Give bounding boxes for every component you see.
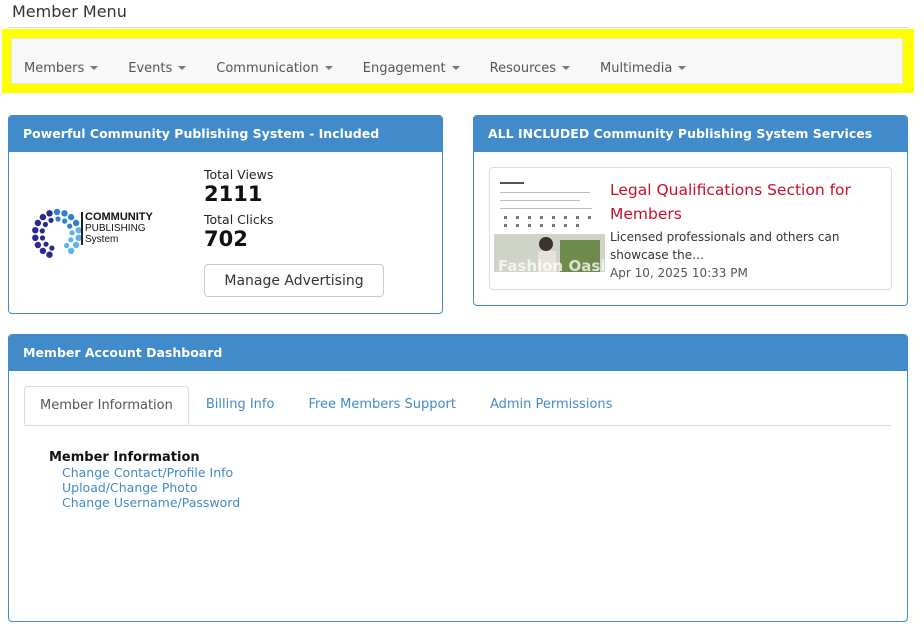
page-title: Member Menu xyxy=(12,2,127,21)
nav-resources-dropdown[interactable]: Resources xyxy=(478,61,582,76)
nav-label: Engagement xyxy=(362,60,446,76)
article-description: Licensed professionals and others can sh… xyxy=(610,230,840,262)
tab-free-members-support[interactable]: Free Members Support xyxy=(291,386,473,425)
nav-label: Members xyxy=(24,60,85,76)
caret-down-icon xyxy=(678,66,687,70)
caret-down-icon xyxy=(324,66,333,70)
nav-engagement-dropdown[interactable]: Engagement xyxy=(351,61,472,76)
thumbnail-caption: Fashion Oasis xyxy=(498,257,605,272)
article-title-link[interactable]: Legal Qualifications Section for Members xyxy=(610,178,880,226)
nav-label: Communication xyxy=(216,60,319,76)
included-services-panel: Powerful Community Publishing System - I… xyxy=(8,115,443,314)
panel-heading: Powerful Community Publishing System - I… xyxy=(9,116,442,177)
total-clicks-value: 702 xyxy=(204,227,248,251)
upload-change-photo-link[interactable]: Upload/Change Photo xyxy=(62,480,240,495)
panel-heading: ALL INCLUDED Community Publishing System… xyxy=(474,116,907,177)
article-thumbnail[interactable]: Fashion Oasis xyxy=(494,178,605,272)
community-publishing-logo: COMMUNITY PUBLISHING System xyxy=(27,200,157,270)
tab-admin-permissions[interactable]: Admin Permissions xyxy=(473,386,629,425)
nav-communication-dropdown[interactable]: Communication xyxy=(204,61,344,76)
dashboard-tabs: Member Information Billing Info Free Mem… xyxy=(24,386,892,426)
article-date: Apr 10, 2025 10:33 PM xyxy=(610,266,748,280)
caret-down-icon xyxy=(562,66,571,70)
caret-down-icon xyxy=(178,66,187,70)
manage-advertising-button[interactable]: Manage Advertising xyxy=(204,264,384,297)
title-divider xyxy=(8,27,908,28)
logo-text: COMMUNITY PUBLISHING System xyxy=(81,212,153,245)
logo-burst-icon xyxy=(32,208,81,258)
nav-events-dropdown[interactable]: Events xyxy=(116,61,198,76)
panel-heading: Member Account Dashboard xyxy=(9,335,907,371)
updates-panel: ALL INCLUDED Community Publishing System… xyxy=(473,115,908,306)
total-views-value: 2111 xyxy=(204,182,263,206)
tab-billing-info[interactable]: Billing Info xyxy=(189,386,292,425)
total-views-label: Total Views xyxy=(204,167,274,182)
nav-label: Resources xyxy=(489,60,557,76)
nav-members-dropdown[interactable]: Members xyxy=(12,61,110,76)
change-username-password-link[interactable]: Change Username/Password xyxy=(62,495,240,510)
nav-label: Events xyxy=(128,60,173,76)
section-title: Member Information xyxy=(49,450,200,465)
member-account-dashboard: Member Account Dashboard Member Informat… xyxy=(8,334,908,622)
tab-member-information[interactable]: Member Information xyxy=(24,386,189,425)
update-article-card: Fashion Oasis Legal Qualifications Secti… xyxy=(489,167,892,290)
member-info-links: Change Contact/Profile Info Upload/Chang… xyxy=(62,465,240,510)
nav-multimedia-dropdown[interactable]: Multimedia xyxy=(588,61,698,76)
caret-down-icon xyxy=(451,66,460,70)
change-contact-profile-link[interactable]: Change Contact/Profile Info xyxy=(62,465,240,480)
total-clicks-label: Total Clicks xyxy=(204,212,274,227)
member-nav-bar: Members Events Communication Engagement … xyxy=(11,38,903,84)
nav-label: Multimedia xyxy=(600,60,673,76)
caret-down-icon xyxy=(90,66,99,70)
